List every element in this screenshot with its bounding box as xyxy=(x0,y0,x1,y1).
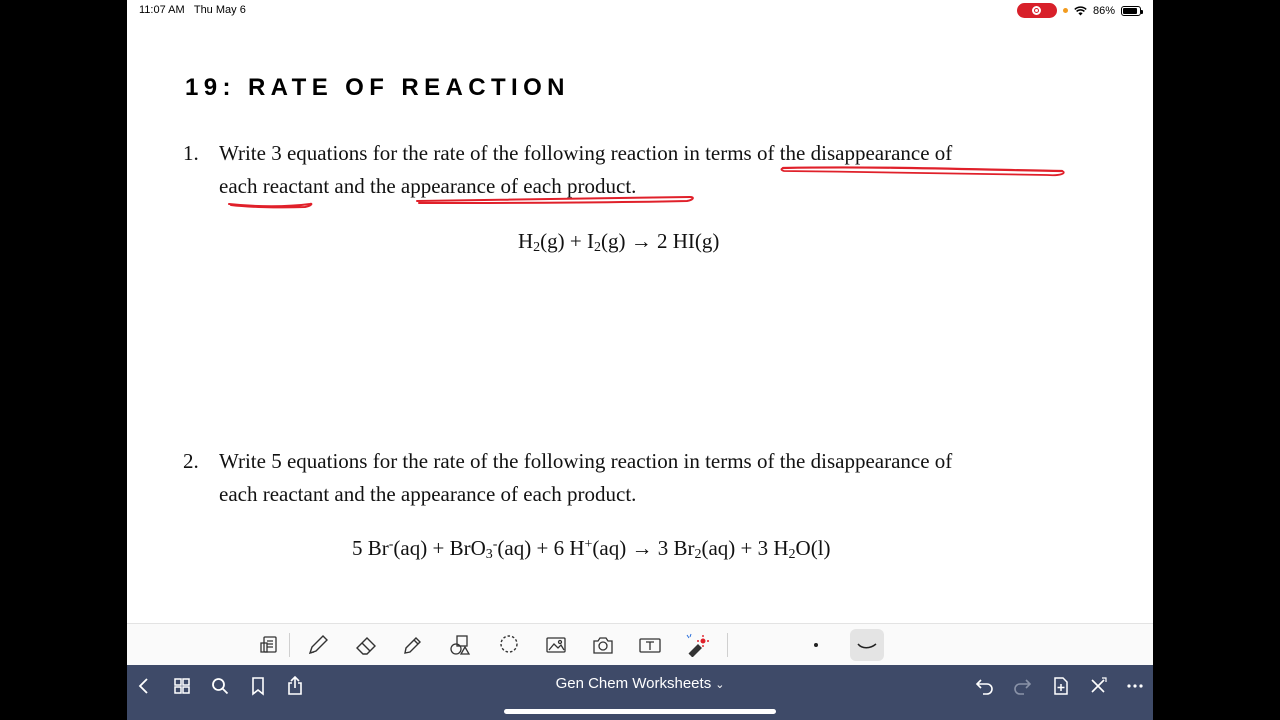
close-edit-icon[interactable] xyxy=(1085,673,1111,699)
question-line: Write 3 equations for the rate of the fo… xyxy=(219,141,953,165)
question-line: Write 5 equations for the rate of the fo… xyxy=(219,449,953,473)
wifi-icon xyxy=(1074,5,1087,15)
question-line: each reactant and the appearance of each… xyxy=(219,482,637,506)
laser-pointer-icon[interactable] xyxy=(682,630,712,660)
lasso-icon[interactable] xyxy=(494,630,524,660)
document-title-menu[interactable]: Gen Chem Worksheets ⌄ xyxy=(127,675,1153,692)
question-line: each reactant and the appearance of each… xyxy=(219,174,637,198)
question-number: 1. xyxy=(183,141,199,165)
pen-stroke-icon[interactable] xyxy=(850,629,884,661)
equation-1: H2(g) + I2(g) → 2 HI(g) xyxy=(518,229,720,255)
question-text: Write 3 equations for the rate of the fo… xyxy=(219,137,1089,203)
image-icon[interactable] xyxy=(541,630,571,660)
mic-indicator-icon xyxy=(1062,8,1068,13)
date: Thu May 6 xyxy=(193,4,246,16)
status-time: 11:07 AM Thu May 6 xyxy=(139,4,246,16)
question-number: 2. xyxy=(183,449,199,473)
status-indicators: 86% xyxy=(1016,3,1143,18)
home-indicator[interactable] xyxy=(504,709,776,714)
question-text: Write 5 equations for the rate of the fo… xyxy=(219,445,1089,511)
ipad-screen: 11:07 AM Thu May 6 86% 19: RATE OF REACT… xyxy=(127,0,1153,720)
pen-size-dot-icon[interactable] xyxy=(801,630,831,660)
navigation-bar: Gen Chem Worksheets ⌄ xyxy=(127,665,1153,720)
redo-icon[interactable] xyxy=(1009,673,1035,699)
camera-icon[interactable] xyxy=(588,630,618,660)
highlighter-icon[interactable] xyxy=(398,630,428,660)
battery-percent: 86% xyxy=(1092,4,1115,17)
document-title: Gen Chem Worksheets xyxy=(555,675,712,692)
equation-2: 5 Br-(aq) + BrO3-(aq) + 6 H+(aq) → 3 Br2… xyxy=(352,536,831,562)
tool-bar xyxy=(127,623,1153,666)
pen-icon[interactable] xyxy=(303,630,333,660)
battery-icon xyxy=(1121,5,1143,16)
more-options-icon[interactable] xyxy=(1122,673,1148,699)
page-title: 19: RATE OF REACTION xyxy=(185,74,570,101)
clock: 11:07 AM xyxy=(139,4,185,16)
eraser-icon[interactable] xyxy=(351,630,381,660)
chevron-down-icon: ⌄ xyxy=(715,679,725,691)
undo-icon[interactable] xyxy=(972,673,998,699)
shapes-icon[interactable] xyxy=(445,630,475,660)
screen-recording-icon[interactable] xyxy=(1016,3,1057,18)
text-icon[interactable] xyxy=(635,630,665,660)
add-page-icon[interactable] xyxy=(1048,673,1074,699)
lasso-doc-icon[interactable] xyxy=(255,630,285,660)
